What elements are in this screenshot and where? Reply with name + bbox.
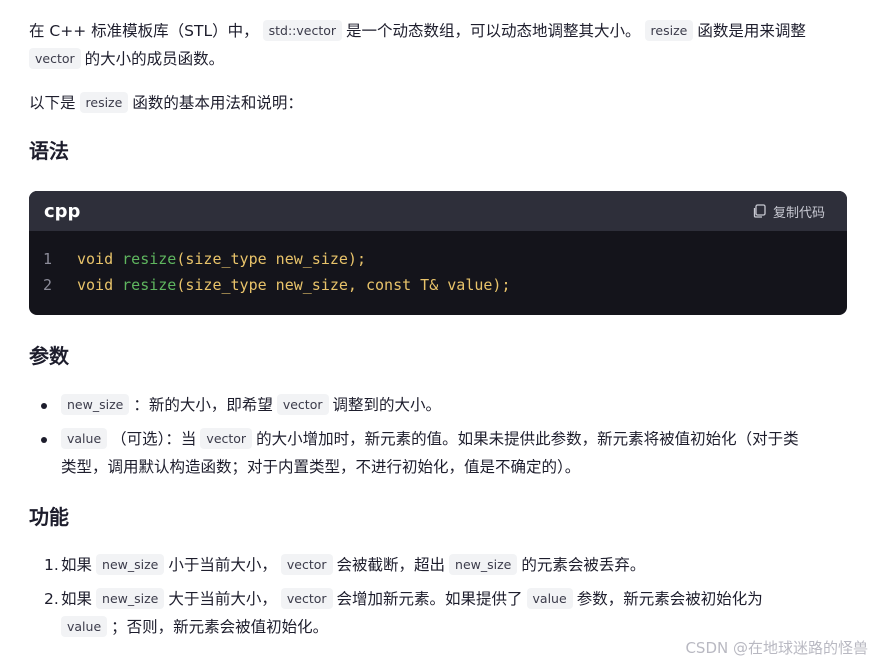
text: 会被截断，超出 [336,556,446,574]
code-function: resize [122,276,177,294]
copy-icon [753,204,766,218]
list-number: 1. [44,556,59,574]
usage-intro-paragraph: 以下是 resize 函数的基本用法和说明： [29,89,303,117]
text: 类型，调用默认构造函数；对于内置类型，不进行初始化，值是不确定的）。 [61,458,581,476]
function-heading: 功能 [29,505,69,529]
code-function: resize [122,250,177,268]
text: 的大小的成员函数。 [84,50,225,68]
inline-code: new_size [96,588,165,609]
syntax-heading: 语法 [29,139,69,163]
text: 以下是 [29,94,76,112]
text: 的大小增加时，新元素的值。如果未提供此参数，新元素将被值初始化（对于类 [256,430,799,448]
code-line: 1 void resize (size_type new_size); [29,246,847,272]
inline-code: value [61,616,108,637]
inline-code: value [61,428,108,449]
copy-code-button[interactable]: 复制代码 [752,202,825,221]
inline-code: resize [79,92,129,113]
text: 函数的基本用法和说明： [132,94,303,112]
code-text: (size_type new_size); [176,250,366,268]
list-item: 1. 如果 new_size 小于当前大小， vector 会被截断，超出 new_siz… [29,551,847,579]
code-keyword: void [77,276,114,294]
code-block-header: cpp 复制代码 [29,191,847,231]
params-list: new_size ：新的大小，即希望 vector 调整到的大小。 value （可选）… [29,391,847,481]
inline-code: vector [280,554,333,575]
inline-code: vector [200,428,253,449]
text: 参数，新元素会被初始化为 [576,590,763,608]
code-text: (size_type new_size, const T& value); [176,276,511,294]
inline-code: vector [280,588,333,609]
function-list: 1. 如果 new_size 小于当前大小， vector 会被截断，超出 new_siz… [29,551,847,641]
text: 小于当前大小， [168,556,277,574]
text: ：新的大小，即希望 [133,396,273,414]
inline-code: vector [29,48,81,69]
code-language-label: cpp [44,200,81,222]
inline-code: std::vector [262,20,343,41]
text: 如果 [61,590,93,608]
code-line: 2 void resize (size_type new_size, const T… [29,272,847,298]
list-item: value （可选）：当 vector 的大小增加时，新元素的值。如果未提供此参数，新… [29,425,847,481]
bullet-icon [41,403,47,409]
text: 会增加新元素。如果提供了 [336,590,523,608]
inline-code: new_size [96,554,165,575]
bullet-icon [41,437,47,443]
text: 调整到的大小。 [332,396,442,414]
code-keyword: void [77,250,114,268]
code-body: 1 void resize (size_type new_size); 2 void … [29,231,847,315]
intro-paragraph: 在 C++ 标准模板库（STL）中， std::vector 是一个动态数组，可以动… [29,17,847,73]
text: 函数是用来调整 [697,22,806,40]
inline-code: new_size [61,394,130,415]
line-number: 1 [43,250,53,268]
inline-code: new_size [449,554,518,575]
watermark: CSDN @在地球迷路的怪兽 [685,639,868,657]
text: 如果 [61,556,93,574]
text: 是一个动态数组，可以动态地调整其大小。 [346,22,641,40]
copy-code-label: 复制代码 [772,205,825,221]
text: 在 C++ 标准模板库（STL）中， [29,22,259,40]
list-item: new_size ：新的大小，即希望 vector 调整到的大小。 [29,391,847,419]
inline-code: value [526,588,573,609]
line-number: 2 [43,276,53,294]
list-number: 2. [44,590,59,608]
inline-code: resize [644,20,694,41]
list-item: 2. 如果 new_size 大于当前大小， vector 会增加新元素。如果提供了 va… [29,585,847,641]
text: ；否则，新元素会被值初始化。 [111,618,329,636]
code-block: cpp 复制代码 1 void resize (size_type new_size… [29,191,847,315]
text: （可选）：当 [111,430,197,448]
text: 的元素会被丢弃。 [521,556,646,574]
text: 大于当前大小， [168,590,277,608]
inline-code: vector [276,394,329,415]
params-heading: 参数 [29,344,69,368]
